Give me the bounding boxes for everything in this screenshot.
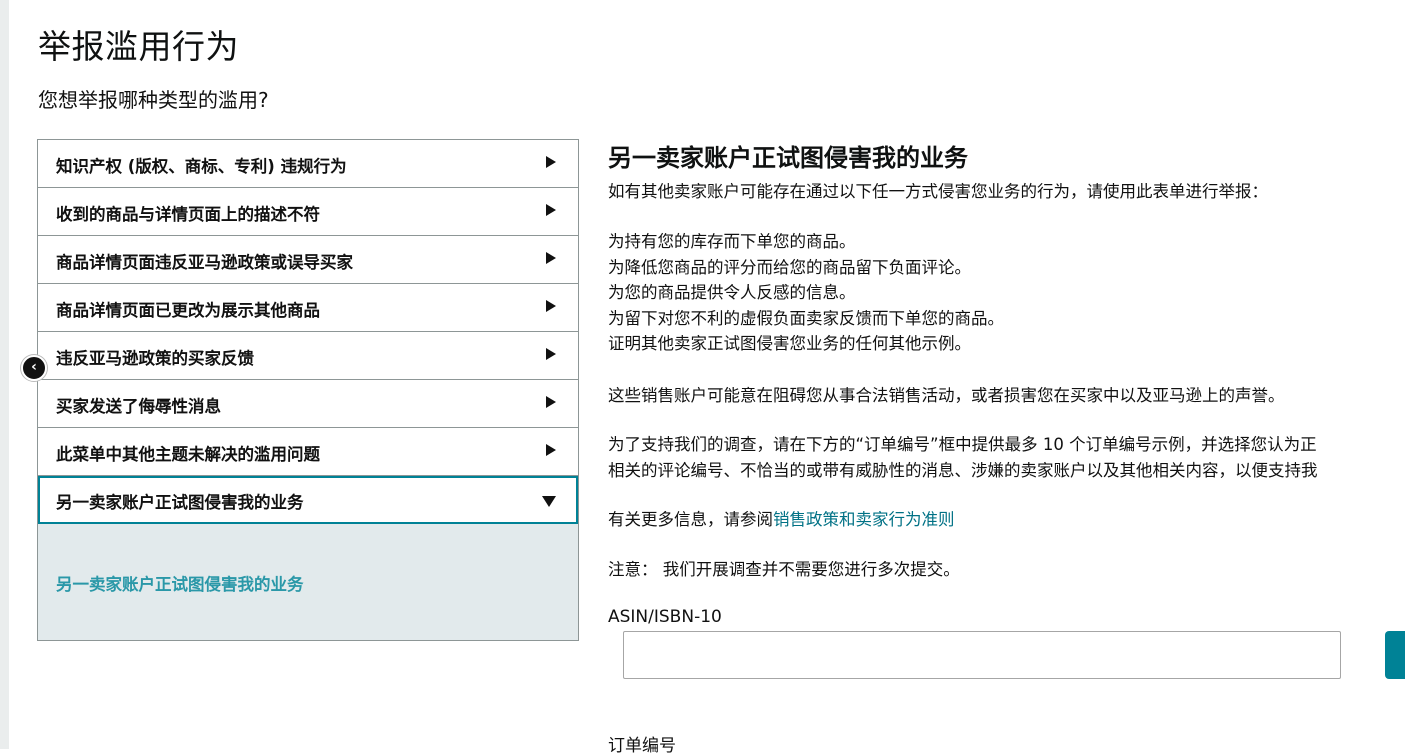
chevron-right-icon <box>546 204 556 216</box>
chevron-right-icon <box>546 348 556 360</box>
bullet-item: 为留下对您不利的虚假负面卖家反馈而下单您的商品。 <box>608 309 1004 328</box>
chevron-right-icon <box>546 396 556 408</box>
menu-item-label: 违反亚马逊政策的买家反馈 <box>56 349 254 368</box>
chevron-right-icon <box>546 444 556 456</box>
menu-item-label: 收到的商品与详情页面上的描述不符 <box>56 205 320 224</box>
menu-item-label: 此菜单中其他主题未解决的滥用问题 <box>56 445 320 464</box>
chevron-right-icon <box>546 300 556 312</box>
abuse-type-menu: 知识产权 (版权、商标、专利) 违规行为 收到的商品与详情页面上的描述不符 商品… <box>37 139 579 641</box>
menu-item-detail-page-changed[interactable]: 商品详情页面已更改为展示其他商品 <box>38 284 578 332</box>
page-title: 举报滥用行为 <box>38 27 239 66</box>
menu-item-seller-harming-business[interactable]: 另一卖家账户正试图侵害我的业务 <box>38 476 578 524</box>
asin-label: ASIN/ISBN-10 <box>608 607 722 627</box>
intro-text: 如有其他卖家账户可能存在通过以下任一方式侵害您业务的行为，请使用此表单进行举报： <box>608 182 1268 201</box>
more-info-text: 有关更多信息，请参阅销售政策和卖家行为准则 <box>608 507 955 533</box>
menu-item-label: 知识产权 (版权、商标、专利) 违规行为 <box>56 157 347 176</box>
chevron-down-icon <box>542 496 556 507</box>
policy-link[interactable]: 销售政策和卖家行为准则 <box>773 510 955 529</box>
add-asin-button[interactable] <box>1385 631 1405 679</box>
chevron-right-icon <box>546 252 556 264</box>
bullet-item: 证明其他卖家正试图侵害您业务的任何其他示例。 <box>608 334 971 353</box>
menu-item-buyer-feedback-violation[interactable]: 违反亚马逊政策的买家反馈 <box>38 332 578 380</box>
page-subtitle: 您想举报哪种类型的滥用? <box>38 88 269 112</box>
bullet-item: 为降低您商品的评分而给您的商品留下负面评论。 <box>608 258 971 277</box>
chevron-right-icon <box>546 156 556 168</box>
more-info-prefix: 有关更多信息，请参阅 <box>608 510 773 529</box>
menu-item-label: 商品详情页面已更改为展示其他商品 <box>56 301 320 320</box>
order-number-label: 订单编号 <box>608 736 676 756</box>
menu-item-abusive-buyer-message[interactable]: 买家发送了侮辱性消息 <box>38 380 578 428</box>
reputation-text: 这些销售账户可能意在阻碍您从事合法销售活动，或者损害您在买家中以及亚马逊上的声誉… <box>608 386 1285 405</box>
submenu-link-seller-harming-business[interactable]: 另一卖家账户正试图侵害我的业务 <box>56 571 304 595</box>
menu-item-item-not-as-described[interactable]: 收到的商品与详情页面上的描述不符 <box>38 188 578 236</box>
menu-item-label: 商品详情页面违反亚马逊政策或误导买家 <box>56 253 353 272</box>
note-text: 注意： 我们开展调查并不需要您进行多次提交。 <box>608 560 960 579</box>
left-sidebar-strip <box>0 0 9 749</box>
content-title: 另一卖家账户正试图侵害我的业务 <box>608 144 968 172</box>
menu-item-detail-page-policy-violation[interactable]: 商品详情页面违反亚马逊政策或误导买家 <box>38 236 578 284</box>
bullet-item: 为您的商品提供令人反感的信息。 <box>608 283 856 302</box>
bullet-item: 为持有您的库存而下单您的商品。 <box>608 232 856 251</box>
menu-item-label: 买家发送了侮辱性消息 <box>56 397 221 416</box>
submenu-panel: 另一卖家账户正试图侵害我的业务 <box>38 524 578 641</box>
menu-item-label: 另一卖家账户正试图侵害我的业务 <box>56 493 304 512</box>
menu-item-ip-violation[interactable]: 知识产权 (版权、商标、专利) 违规行为 <box>38 140 578 188</box>
support-text-line-2: 相关的评论编号、不恰当的或带有威胁性的消息、涉嫌的卖家账户以及其他相关内容，以便… <box>608 461 1318 480</box>
collapse-sidebar-button[interactable]: ‹ <box>21 355 47 381</box>
menu-item-other-abuse[interactable]: 此菜单中其他主题未解决的滥用问题 <box>38 428 578 476</box>
asin-input[interactable] <box>623 631 1341 679</box>
support-text-line-1: 为了支持我们的调查，请在下方的“订单编号”框中提供最多 10 个订单编号示例，并… <box>608 435 1317 454</box>
